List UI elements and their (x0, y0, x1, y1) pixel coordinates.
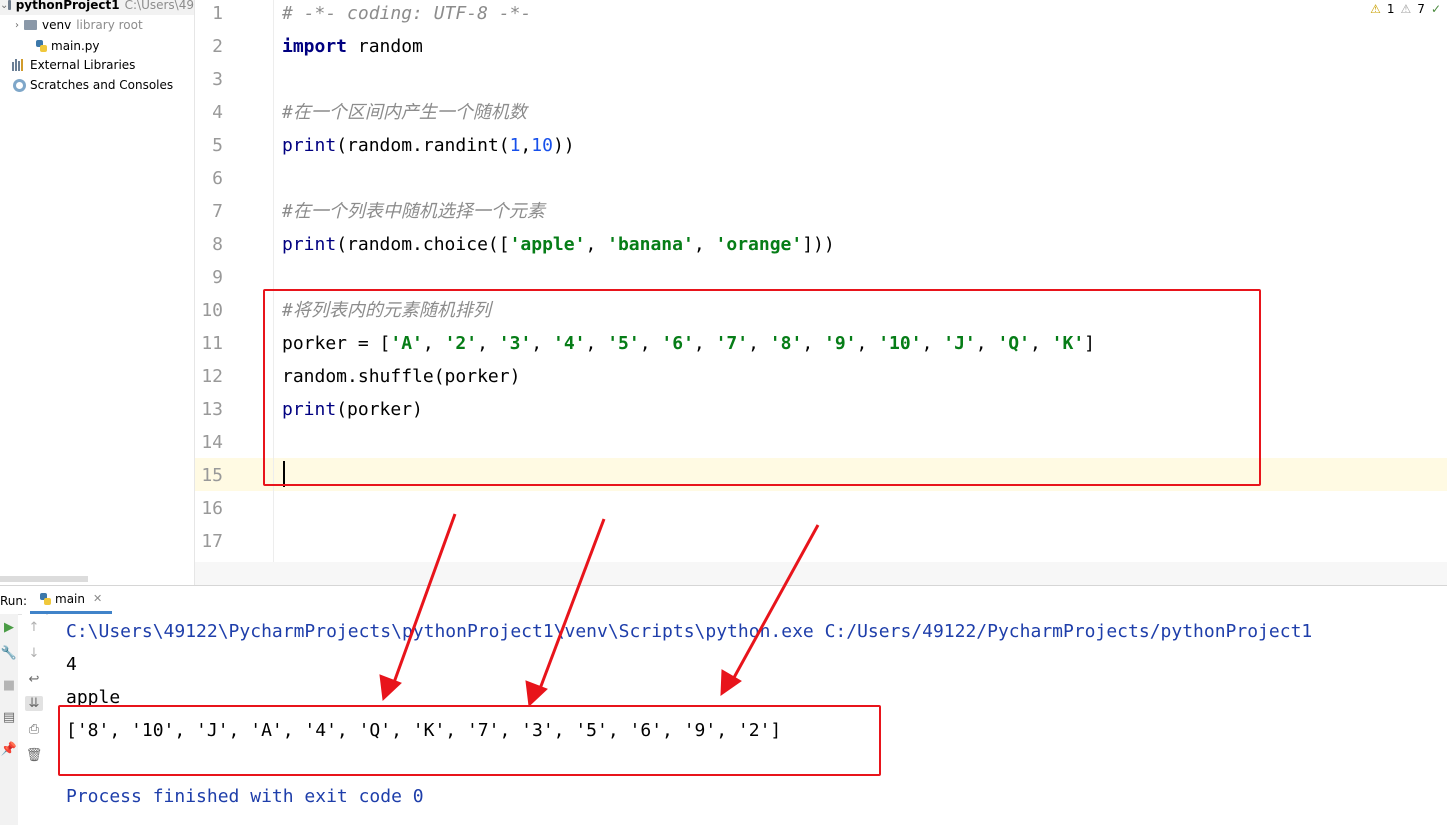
annotation-arrowhead (720, 669, 742, 696)
annotation-arrowhead (379, 674, 402, 702)
annotation-arrow (536, 518, 606, 695)
annotation-arrow (390, 513, 457, 689)
annotation-arrow (729, 524, 820, 684)
annotation-arrowhead (525, 680, 548, 708)
annotation-arrows (379, 513, 820, 708)
